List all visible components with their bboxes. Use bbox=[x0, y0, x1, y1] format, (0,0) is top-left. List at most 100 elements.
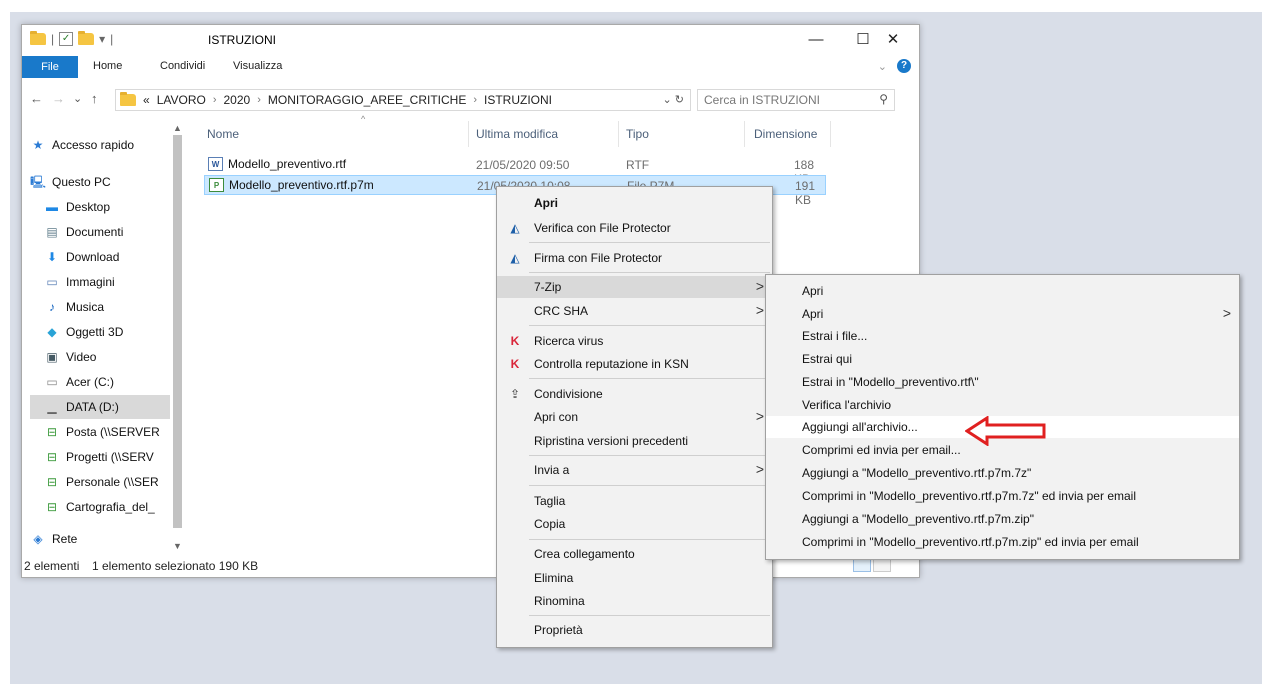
close-button[interactable]: ✕ bbox=[870, 25, 916, 55]
large-icons-view-icon[interactable] bbox=[873, 558, 891, 572]
forward-button[interactable]: → bbox=[52, 91, 65, 106]
properties-icon[interactable]: ✓ bbox=[59, 32, 74, 46]
7zip-item-estrai-file[interactable]: Estrai i file... bbox=[766, 325, 1239, 347]
menu-separator bbox=[529, 485, 770, 486]
scroll-up-icon[interactable]: ▲ bbox=[173, 123, 182, 133]
menu-item-invia-a[interactable]: Invia a > bbox=[497, 459, 772, 481]
address-bar[interactable]: « LAVORO › 2020 › MONITORAGGIO_AREE_CRIT… bbox=[115, 89, 691, 111]
menu-item-ricerca-virus[interactable]: K Ricerca virus bbox=[497, 330, 772, 352]
7zip-item-aggiungi-zip[interactable]: Aggiungi a "Modello_preventivo.rtf.p7m.z… bbox=[766, 508, 1239, 530]
sidebar-item-label: Questo PC bbox=[52, 175, 111, 189]
sidebar-item-immagini[interactable]: ▭ Immagini bbox=[44, 270, 170, 294]
sidebar-item-progetti[interactable]: ⊟ Progetti (\\SERV bbox=[44, 445, 170, 469]
menu-item-reputazione-ksn[interactable]: K Controlla reputazione in KSN bbox=[497, 353, 772, 375]
sidebar-item-rete[interactable]: ◈ Rete bbox=[30, 527, 170, 551]
menu-item-crc-sha[interactable]: CRC SHA > bbox=[497, 300, 772, 322]
search-icon[interactable]: ⚲ bbox=[879, 92, 888, 106]
7zip-item-estrai-qui[interactable]: Estrai qui bbox=[766, 348, 1239, 370]
column-header-tipo[interactable]: Tipo bbox=[626, 127, 649, 141]
column-divider[interactable] bbox=[744, 121, 745, 147]
breadcrumb-separator[interactable]: › bbox=[213, 94, 217, 106]
7zip-item-comprimi-7z-email[interactable]: Comprimi in "Modello_preventivo.rtf.p7m.… bbox=[766, 485, 1239, 507]
expand-ribbon-icon[interactable]: ⌄ bbox=[878, 60, 887, 73]
new-folder-icon[interactable] bbox=[78, 31, 95, 45]
menu-item-rinomina[interactable]: Rinomina bbox=[497, 590, 772, 612]
folder-icon bbox=[30, 31, 46, 45]
refresh-icon[interactable]: ↻ bbox=[675, 94, 684, 106]
menu-separator bbox=[529, 325, 770, 326]
menu-item-crea-collegamento[interactable]: Crea collegamento bbox=[497, 543, 772, 565]
column-header-nome[interactable]: Nome bbox=[207, 127, 239, 141]
sidebar-item-data-d[interactable]: ▁ DATA (D:) bbox=[30, 395, 170, 419]
7zip-item-aggiungi-7z[interactable]: Aggiungi a "Modello_preventivo.rtf.p7m.7… bbox=[766, 462, 1239, 484]
7zip-item-apri[interactable]: Apri bbox=[766, 280, 1239, 302]
breadcrumb-overflow[interactable]: « bbox=[143, 93, 150, 107]
breadcrumb-istruzioni[interactable]: ISTRUZIONI bbox=[484, 93, 552, 107]
scroll-down-icon[interactable]: ▼ bbox=[173, 541, 182, 551]
navigation-scrollbar[interactable]: ▲ ▼ bbox=[170, 121, 186, 557]
tab-file[interactable]: File bbox=[22, 56, 78, 78]
share-icon: ⇪ bbox=[509, 387, 521, 401]
menu-item-label: Verifica con File Protector bbox=[534, 221, 671, 235]
download-icon: ⬇ bbox=[46, 250, 58, 264]
navigation-pane: ★ Accesso rapido 🖳 Questo PC ▬ Desktop ▤… bbox=[22, 121, 170, 551]
sidebar-item-musica[interactable]: ♪ Musica bbox=[44, 295, 170, 319]
sidebar-item-desktop[interactable]: ▬ Desktop bbox=[44, 195, 170, 219]
sidebar-item-cartografia[interactable]: ⊟ Cartografia_del_ bbox=[44, 495, 170, 519]
up-button[interactable]: ↑ bbox=[91, 91, 98, 106]
menu-item-apri-con[interactable]: Apri con > bbox=[497, 406, 772, 428]
sidebar-item-posta[interactable]: ⊟ Posta (\\SERVER bbox=[44, 420, 170, 444]
menu-item-proprieta[interactable]: Proprietà bbox=[497, 619, 772, 641]
menu-item-elimina[interactable]: Elimina bbox=[497, 567, 772, 589]
menu-item-verifica-file-protector[interactable]: ◭ Verifica con File Protector bbox=[497, 217, 772, 239]
7zip-item-verifica-archivio[interactable]: Verifica l'archivio bbox=[766, 394, 1239, 416]
tab-condividi[interactable]: Condividi bbox=[160, 60, 205, 72]
7zip-item-apri-submenu[interactable]: Apri > bbox=[766, 303, 1239, 325]
breadcrumb-lavoro[interactable]: LAVORO bbox=[157, 93, 206, 107]
sidebar-item-documenti[interactable]: ▤ Documenti bbox=[44, 220, 170, 244]
tab-visualizza[interactable]: Visualizza bbox=[233, 60, 282, 72]
customize-toolbar-button[interactable]: ▾ bbox=[99, 32, 105, 46]
menu-item-ripristina-versioni[interactable]: Ripristina versioni precedenti bbox=[497, 430, 772, 452]
search-input[interactable]: Cerca in ISTRUZIONI ⚲ bbox=[697, 89, 895, 111]
column-header-dimensione[interactable]: Dimensione bbox=[754, 127, 817, 141]
sidebar-item-oggetti-3d[interactable]: ◆ Oggetti 3D bbox=[44, 320, 170, 344]
file-type: RTF bbox=[626, 158, 650, 172]
breadcrumb-separator[interactable]: › bbox=[257, 94, 261, 106]
column-header-ultima-modifica[interactable]: Ultima modifica bbox=[476, 127, 558, 141]
column-divider[interactable] bbox=[618, 121, 619, 147]
sidebar-item-download[interactable]: ⬇ Download bbox=[44, 245, 170, 269]
tab-home[interactable]: Home bbox=[93, 60, 122, 72]
sidebar-item-questo-pc[interactable]: 🖳 Questo PC bbox=[30, 170, 170, 194]
star-icon: ★ bbox=[32, 138, 44, 152]
table-row[interactable]: W Modello_preventivo.rtf 21/05/2020 09:5… bbox=[204, 155, 826, 186]
sidebar-item-personale[interactable]: ⊟ Personale (\\SER bbox=[44, 470, 170, 494]
7zip-item-estrai-in[interactable]: Estrai in "Modello_preventivo.rtf\" bbox=[766, 371, 1239, 393]
scrollbar-thumb[interactable] bbox=[173, 135, 182, 528]
breadcrumb-separator[interactable]: › bbox=[473, 94, 477, 106]
back-button[interactable]: ← bbox=[30, 91, 43, 106]
sidebar-item-accesso-rapido[interactable]: ★ Accesso rapido bbox=[30, 133, 170, 157]
menu-item-apri[interactable]: Apri bbox=[497, 192, 772, 214]
column-divider[interactable] bbox=[468, 121, 469, 147]
sidebar-item-acer-c[interactable]: ▭ Acer (C:) bbox=[44, 370, 170, 394]
menu-item-condivisione[interactable]: ⇪ Condivisione bbox=[497, 383, 772, 405]
menu-item-firma-file-protector[interactable]: ◭ Firma con File Protector bbox=[497, 247, 772, 269]
menu-item-7zip[interactable]: 7-Zip > bbox=[497, 276, 772, 298]
details-view-icon[interactable] bbox=[853, 558, 871, 572]
menu-item-copia[interactable]: Copia bbox=[497, 513, 772, 535]
status-item-count: 2 elementi bbox=[24, 559, 80, 573]
address-dropdown-icon[interactable]: ⌄ bbox=[663, 94, 672, 106]
column-divider[interactable] bbox=[830, 121, 831, 147]
signed-file-icon: P bbox=[209, 178, 224, 192]
submenu-arrow-icon: > bbox=[755, 408, 764, 424]
minimize-button[interactable]: — bbox=[793, 25, 839, 55]
help-icon[interactable]: ? bbox=[897, 59, 911, 73]
menu-separator bbox=[529, 378, 770, 379]
breadcrumb-2020[interactable]: 2020 bbox=[223, 93, 250, 107]
menu-item-taglia[interactable]: Taglia bbox=[497, 490, 772, 512]
sidebar-item-video[interactable]: ▣ Video bbox=[44, 345, 170, 369]
breadcrumb-monitoraggio[interactable]: MONITORAGGIO_AREE_CRITICHE bbox=[268, 93, 466, 107]
recent-locations-button[interactable]: ⌄ bbox=[73, 92, 82, 105]
7zip-item-comprimi-zip-email[interactable]: Comprimi in "Modello_preventivo.rtf.p7m.… bbox=[766, 531, 1239, 553]
